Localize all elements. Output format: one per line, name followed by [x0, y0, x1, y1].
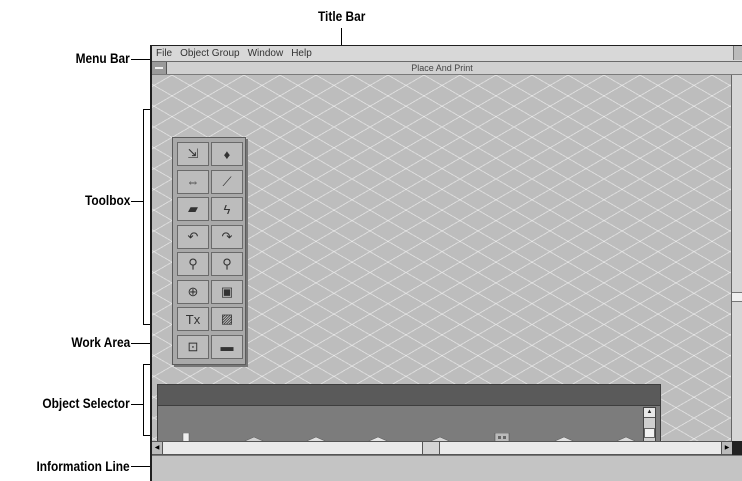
select-icon[interactable]: ⊡ [177, 334, 209, 359]
text-tool-icon[interactable]: Tx [177, 307, 209, 331]
zoom-out-icon[interactable]: ⚲ [211, 252, 243, 276]
menu-window[interactable]: Window [248, 48, 284, 59]
zoom-in-icon[interactable]: ⚲ [177, 252, 209, 276]
picture-icon[interactable]: ▣ [211, 279, 243, 304]
information-line-leader [131, 466, 151, 467]
menu-file[interactable]: File [156, 48, 172, 59]
app-window: File Object Group Window Help Place And … [150, 45, 742, 481]
object-selector-callout: Object Selector [42, 395, 130, 411]
information-line-callout: Information Line [36, 458, 130, 474]
globe-icon[interactable]: ⊕ [177, 279, 209, 304]
menu-object-group[interactable]: Object Group [180, 48, 239, 59]
work-area[interactable]: ⇲ ♦ ⇔ ⟋ ▰ ϟ ↶ ↷ ⚲ ⚲ ⊕ ▣ Tx ▨ ⊡ ▬ ▲ [152, 75, 732, 468]
terrain-icon[interactable]: ▰ [177, 197, 209, 221]
title-bar: Place And Print [152, 62, 742, 75]
title-bar-callout: Title Bar [318, 8, 366, 24]
rotate-left-icon[interactable]: ↶ [177, 224, 209, 249]
rail-icon[interactable]: ⟋ [211, 169, 243, 194]
paint-icon[interactable]: ▬ [211, 334, 243, 359]
scroll-thumb[interactable] [644, 428, 655, 438]
object-selector-leader-h [131, 404, 143, 405]
menu-help[interactable]: Help [291, 48, 312, 59]
rotate-right-icon[interactable]: ↷ [211, 224, 243, 249]
scroll-up-arrow-icon[interactable]: ▲ [644, 408, 655, 418]
toolbox-leader-h [131, 201, 143, 202]
horizontal-scroll-thumb[interactable] [422, 442, 440, 454]
object-selector-header [158, 385, 660, 406]
road-icon[interactable]: ⇔ [177, 169, 209, 194]
scrollbar-corner [732, 441, 742, 455]
menu-bar: File Object Group Window Help [152, 46, 742, 62]
water-drop-icon[interactable]: ♦ [211, 142, 243, 166]
menu-scroll-button[interactable] [733, 46, 742, 60]
menu-bar-leader [131, 59, 152, 60]
scroll-left-arrow-icon[interactable]: ◀ [152, 442, 163, 454]
menu-bar-callout: Menu Bar [75, 50, 130, 66]
scroll-right-arrow-icon[interactable]: ▶ [721, 442, 732, 454]
toolbox-bracket-v [143, 109, 144, 325]
bulldozer-icon[interactable]: ⇲ [177, 142, 209, 166]
horizontal-scrollbar[interactable]: ◀ ▶ [152, 441, 732, 455]
system-menu-button[interactable] [152, 62, 167, 74]
toolbox: ⇲ ♦ ⇔ ⟋ ▰ ϟ ↶ ↷ ⚲ ⚲ ⊕ ▣ Tx ▨ ⊡ ▬ [172, 137, 246, 365]
hatch-icon[interactable]: ▨ [211, 307, 243, 331]
power-line-icon[interactable]: ϟ [211, 197, 243, 221]
document-title: Place And Print [411, 63, 473, 73]
information-line [152, 455, 742, 481]
toolbox-callout: Toolbox [84, 192, 130, 208]
object-selector-bracket-v [143, 364, 144, 436]
vertical-scroll-thumb[interactable] [732, 292, 742, 302]
work-area-callout: Work Area [71, 334, 130, 350]
vertical-scrollbar[interactable] [731, 75, 742, 459]
